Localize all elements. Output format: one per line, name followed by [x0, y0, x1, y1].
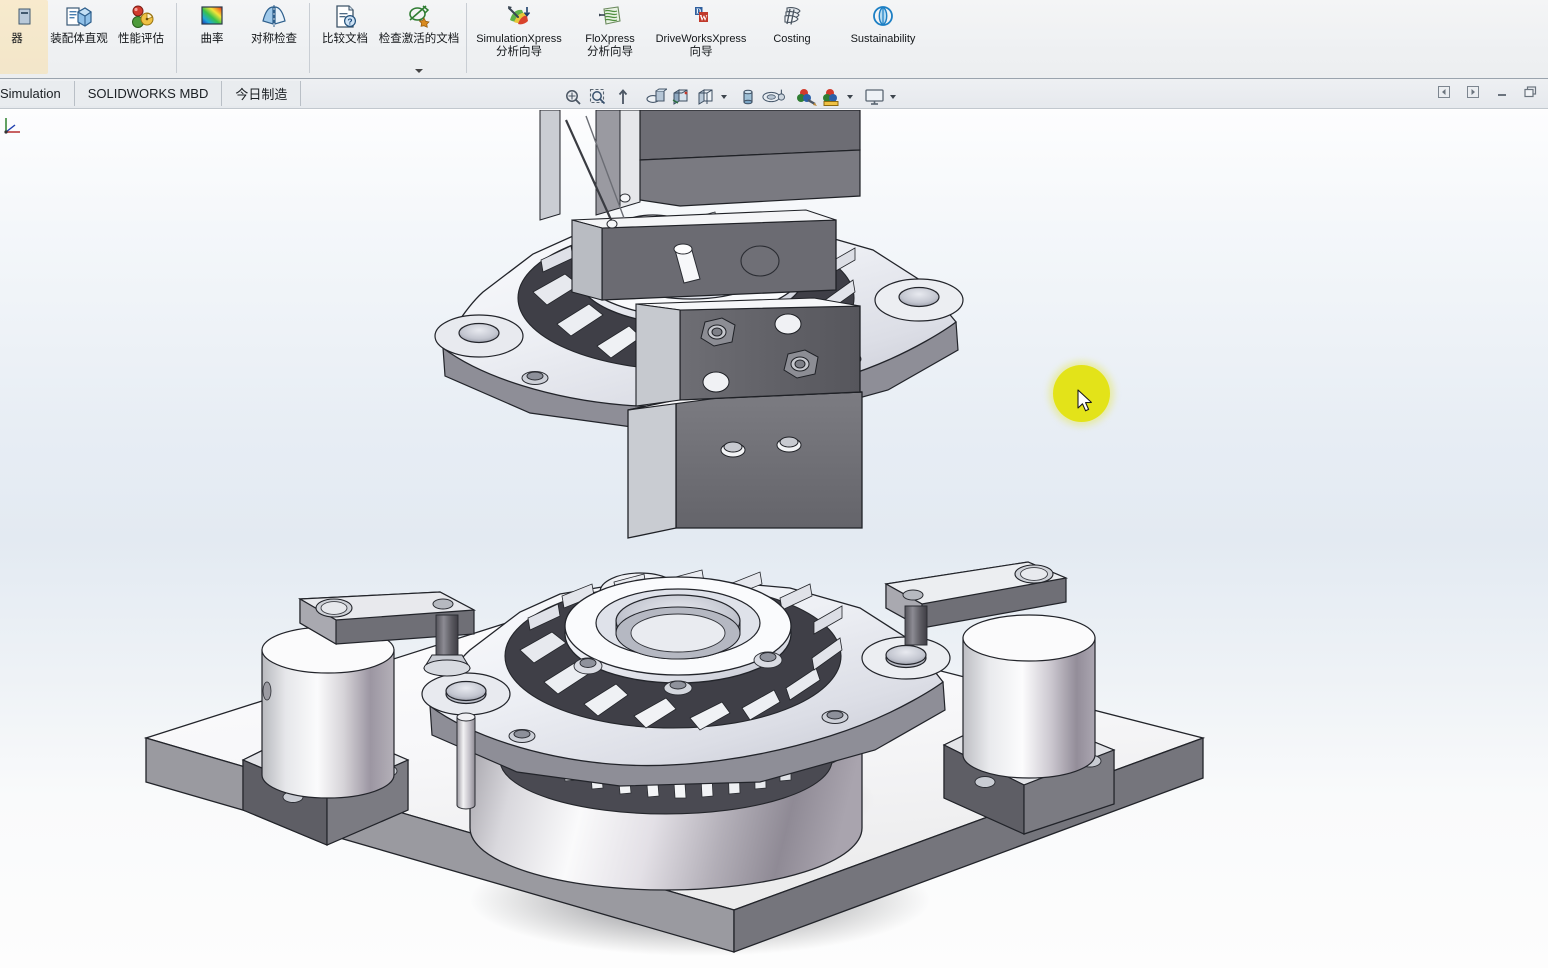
ribbon-label: SimulationXpress	[476, 33, 562, 45]
view-settings-button[interactable]	[863, 85, 887, 109]
previous-view-icon	[618, 88, 628, 104]
model-render	[143, 110, 1206, 956]
display-style-icon	[698, 88, 713, 105]
origin-triad-icon	[4, 118, 20, 134]
view-orientation-ellipse-button[interactable]	[762, 85, 786, 109]
ribbon-group-evaluate-left: 器 装配体直观 性能评估	[0, 0, 172, 78]
tab-label: SOLIDWORKS MBD	[87, 86, 209, 101]
check-active-document-icon	[409, 5, 430, 28]
apply-scene-icon	[823, 88, 839, 106]
ribbon-button-check-active-document[interactable]: 检查激活的文档	[376, 0, 462, 74]
ribbon-sublabel: 分析向导	[496, 45, 542, 58]
ribbon-sublabel: 向导	[689, 45, 713, 58]
restore-icon	[1524, 86, 1537, 98]
ribbon-sublabel: 分析向导	[587, 45, 633, 58]
ribbon-button-floxpress[interactable]: FloXpress 分析向导	[567, 0, 653, 74]
ribbon-label: FloXpress	[585, 33, 635, 45]
section-view-button[interactable]	[644, 85, 668, 109]
ribbon-group-document-compare: ? 比较文档 检查激活的文档	[314, 0, 462, 78]
hide-show-items-button[interactable]	[737, 85, 761, 109]
view-orientation-button[interactable]	[669, 85, 693, 109]
ribbon-label: Sustainability	[850, 33, 916, 45]
ribbon-label: 曲率	[200, 33, 224, 45]
minimize-icon	[1498, 94, 1506, 96]
arrow-left-box-icon	[1438, 86, 1450, 98]
ribbon-separator	[466, 3, 467, 73]
ribbon-label: 比较文档	[322, 33, 368, 45]
zoom-to-fit-icon	[566, 89, 581, 105]
tab-label: 今日制造	[235, 87, 288, 102]
ribbon-button-simulationxpress[interactable]: SimulationXpress 分析向导	[471, 0, 567, 74]
previous-view-button[interactable]	[611, 85, 635, 109]
ribbon-button-driveworksxpress[interactable]: D W DriveWorksXpress 向导	[653, 0, 749, 74]
ribbon-button-clipped-tool[interactable]: 器	[0, 0, 48, 74]
ribbon-button-performance-evaluation[interactable]: 性能评估	[110, 0, 172, 74]
ribbon-button-curvature[interactable]: 曲率	[181, 0, 243, 74]
performance-evaluation-icon	[132, 5, 154, 28]
hide-show-items-icon	[743, 89, 753, 104]
view-settings-chevron-down-icon[interactable]	[888, 85, 897, 109]
tab-list: Simulation SOLIDWORKS MBD 今日制造	[0, 81, 302, 106]
previous-pane-button[interactable]	[1435, 83, 1453, 101]
ribbon-label: 器	[11, 33, 23, 45]
simulationxpress-icon	[508, 6, 531, 25]
chevron-down-icon[interactable]	[415, 69, 423, 73]
ribbon-label: 装配体直观	[50, 33, 108, 45]
view-orientation-icon	[672, 88, 688, 105]
ribbon-button-costing[interactable]: Costing	[749, 0, 835, 74]
ribbon-separator	[176, 3, 177, 73]
ribbon-label: 对称检查	[251, 33, 297, 45]
sustainability-icon	[873, 6, 893, 26]
ribbon-group-geometry-check: 曲率 对称检查	[181, 0, 305, 78]
apply-scene-chevron-down-icon[interactable]	[845, 85, 854, 109]
ribbon-label: Costing	[773, 33, 811, 45]
edit-appearance-icon	[797, 88, 817, 106]
arrow-right-box-icon	[1467, 86, 1479, 98]
compare-documents-icon: ?	[336, 5, 357, 28]
floxpress-icon	[599, 6, 621, 25]
svg-text:W: W	[700, 14, 708, 23]
next-pane-button[interactable]	[1464, 83, 1482, 101]
curvature-icon	[201, 6, 223, 25]
clipped-icon	[18, 8, 31, 25]
ribbon-group-xpress-tools: SimulationXpress 分析向导 FloXpress 分析向导 D W…	[471, 0, 931, 78]
costing-icon	[784, 7, 801, 25]
restore-window-button[interactable]	[1522, 83, 1540, 101]
zoom-to-area-button[interactable]	[586, 85, 610, 109]
zoom-to-fit-button[interactable]	[561, 85, 585, 109]
ribbon-label: 性能评估	[118, 33, 164, 45]
ribbon-button-assembly-visualization[interactable]: 装配体直观	[48, 0, 110, 74]
section-plane-icon	[762, 89, 785, 102]
edit-appearance-button[interactable]	[795, 85, 819, 109]
tab-label: Simulation	[0, 86, 61, 101]
zoom-to-area-icon	[589, 88, 606, 104]
tab-today-manufacturing[interactable]: 今日制造	[222, 81, 302, 106]
ribbon-button-sustainability[interactable]: Sustainability	[835, 0, 931, 74]
tab-solidworks-mbd[interactable]: SOLIDWORKS MBD	[74, 81, 223, 106]
ribbon-separator	[309, 3, 310, 73]
tab-simulation[interactable]: Simulation	[0, 81, 75, 106]
ribbon-label: 检查激活的文档	[378, 33, 460, 45]
driveworksxpress-icon: D W	[695, 7, 708, 23]
assembly-visualization-icon	[66, 7, 92, 27]
symmetry-check-icon	[262, 5, 286, 27]
graphics-viewport[interactable]	[0, 110, 1548, 968]
apply-scene-button[interactable]	[820, 85, 844, 109]
ribbon-button-symmetry-check[interactable]: 对称检查	[243, 0, 305, 74]
ribbon-label: DriveWorksXpress	[655, 33, 747, 45]
svg-text:?: ?	[347, 16, 352, 26]
display-style-chevron-down-icon[interactable]	[719, 85, 728, 109]
solidworks-window: 器 装配体直观 性能评估 曲率 对称检查 ? 比较文档 检查激活的文档 Simu…	[0, 0, 1548, 968]
ribbon-button-compare-documents[interactable]: ? 比较文档	[314, 0, 376, 74]
section-view-icon	[646, 88, 667, 103]
document-window-controls	[1435, 83, 1540, 101]
heads-up-view-toolbar	[558, 83, 900, 110]
display-style-button[interactable]	[694, 85, 718, 109]
view-settings-icon	[865, 88, 884, 105]
ribbon-toolbar: 器 装配体直观 性能评估 曲率 对称检查 ? 比较文档 检查激活的文档 Simu…	[0, 0, 1548, 79]
minimize-window-button[interactable]	[1493, 83, 1511, 101]
